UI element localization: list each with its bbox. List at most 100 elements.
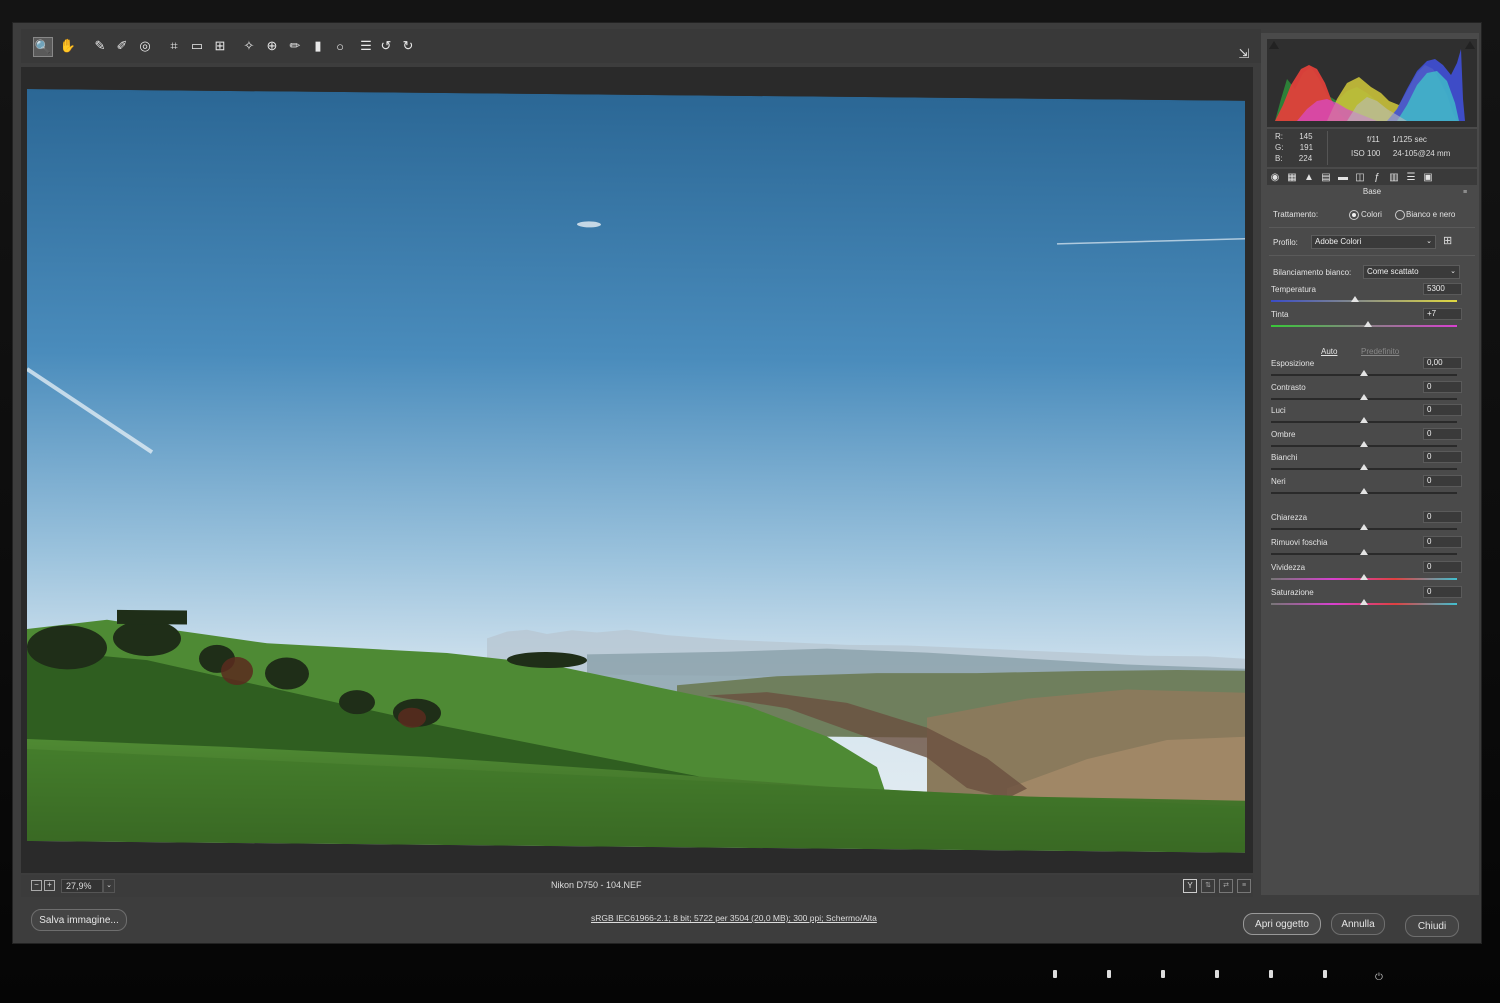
rotate-left-icon[interactable]: ↺ bbox=[377, 37, 395, 55]
tab-calibration-icon[interactable]: ▥ bbox=[1388, 171, 1400, 183]
tab-hsl-icon[interactable]: ▤ bbox=[1320, 171, 1332, 183]
slider-value-input[interactable]: 5300 bbox=[1423, 283, 1462, 295]
slider-value-input[interactable]: 0 bbox=[1423, 511, 1462, 523]
save-image-button[interactable]: Salva immagine... bbox=[31, 909, 127, 931]
tab-split-toning-icon[interactable]: ▬ bbox=[1337, 171, 1349, 183]
graduated-filter-icon[interactable]: ▮ bbox=[309, 37, 327, 55]
white-balance-icon[interactable]: ✎ bbox=[91, 37, 109, 55]
slider-value-input[interactable]: 0 bbox=[1423, 561, 1462, 573]
slider-thumb[interactable] bbox=[1360, 574, 1368, 580]
slider-thumb[interactable] bbox=[1360, 464, 1368, 470]
slider-value-input[interactable]: 0 bbox=[1423, 536, 1462, 548]
slider-thumb[interactable] bbox=[1360, 440, 1368, 447]
monitor-button-led bbox=[1269, 970, 1273, 978]
transform-icon[interactable]: ⊞ bbox=[211, 37, 229, 55]
cancel-button[interactable]: Annulla bbox=[1331, 913, 1385, 935]
r-label: R: bbox=[1275, 132, 1283, 141]
slider-value-input[interactable]: 0 bbox=[1423, 427, 1462, 440]
slider-value-input[interactable]: 0 bbox=[1423, 380, 1462, 393]
hand-icon[interactable]: ✋ bbox=[59, 37, 77, 55]
white-balance-value: Come scattato bbox=[1367, 267, 1419, 276]
slider-thumb[interactable] bbox=[1360, 599, 1368, 605]
tab-presets-icon[interactable]: ☰ bbox=[1405, 171, 1417, 183]
slider-value-input[interactable]: 0,00 bbox=[1423, 357, 1462, 369]
color-sampler-icon[interactable]: ✐ bbox=[113, 37, 131, 55]
tab-detail-icon[interactable]: ▲ bbox=[1303, 171, 1315, 183]
slider-value-input[interactable]: 0 bbox=[1423, 474, 1462, 487]
shutter: 1/125 sec bbox=[1392, 135, 1427, 144]
slider-thumb[interactable] bbox=[1360, 524, 1368, 530]
shadow-clipping-icon[interactable] bbox=[1269, 41, 1279, 49]
tab-curve-icon[interactable]: ▦ bbox=[1286, 171, 1298, 183]
filename: Nikon D750 - 104.NEF bbox=[551, 880, 642, 890]
compare-icon[interactable]: ⇅ bbox=[1201, 879, 1215, 893]
profile-label: Profilo: bbox=[1273, 238, 1298, 247]
zoom-level[interactable]: 27,9% bbox=[61, 879, 103, 893]
slider-value-input[interactable]: +7 bbox=[1423, 308, 1462, 320]
slider-thumb[interactable] bbox=[1360, 370, 1368, 376]
monitor-button-led bbox=[1107, 970, 1111, 978]
power-icon[interactable]: ⏻ bbox=[1375, 972, 1383, 983]
slider-thumb[interactable] bbox=[1360, 549, 1368, 555]
tab-lens-icon[interactable]: ◫ bbox=[1354, 171, 1366, 183]
open-object-button[interactable]: Apri oggetto bbox=[1243, 913, 1321, 935]
zoom-out-icon[interactable]: − bbox=[31, 880, 42, 891]
slider-thumb[interactable] bbox=[1350, 296, 1359, 302]
rotate-right-icon[interactable]: ↻ bbox=[399, 37, 417, 55]
radial-filter-icon[interactable]: ○ bbox=[331, 37, 349, 55]
white-balance-label: Bilanciamento bianco: bbox=[1273, 268, 1352, 277]
image-preview[interactable] bbox=[27, 89, 1245, 853]
close-button[interactable]: Chiudi bbox=[1405, 915, 1459, 937]
chevron-down-icon: ⌄ bbox=[1426, 238, 1432, 245]
adjustments-panel: R: 145 G: 191 B: 224 f/11 1/125 sec ISO … bbox=[1261, 33, 1479, 895]
panel-menu-icon[interactable]: ≡ bbox=[1463, 189, 1473, 196]
treatment-color-radio[interactable] bbox=[1349, 210, 1359, 220]
adjustment-brush-icon[interactable]: ✏ bbox=[286, 37, 304, 55]
slider-value-input[interactable]: 0 bbox=[1423, 404, 1462, 416]
crop-icon[interactable]: ⌗ bbox=[165, 37, 183, 55]
highlight-clipping-icon[interactable] bbox=[1465, 41, 1475, 49]
swap-icon[interactable]: ⇄ bbox=[1219, 879, 1233, 893]
treatment-bw-radio[interactable] bbox=[1395, 210, 1405, 220]
slider-thumb[interactable] bbox=[1363, 321, 1372, 327]
treatment-bw-label[interactable]: Bianco e nero bbox=[1406, 210, 1455, 219]
image-info: R: 145 G: 191 B: 224 f/11 1/125 sec ISO … bbox=[1267, 129, 1477, 167]
slider-label: Temperatura bbox=[1271, 285, 1316, 294]
straighten-icon[interactable]: ▭ bbox=[188, 37, 206, 55]
tab-effects-icon[interactable]: ƒ bbox=[1371, 171, 1383, 183]
default-link[interactable]: Predefinito bbox=[1361, 347, 1399, 356]
profile-browser-icon[interactable]: ⊞ bbox=[1443, 235, 1457, 247]
monitor-button-led bbox=[1053, 970, 1057, 978]
zoom-icon[interactable]: 🔍 bbox=[33, 37, 53, 57]
workflow-options-link[interactable]: sRGB IEC61966-2.1; 8 bit; 5722 per 3504 … bbox=[591, 913, 877, 923]
slider-label: Chiarezza bbox=[1271, 513, 1308, 522]
red-eye-icon[interactable]: ⊕ bbox=[263, 37, 281, 55]
open-in-icon[interactable]: ⇲ bbox=[1235, 45, 1253, 63]
slider-label: Neri bbox=[1271, 476, 1286, 486]
slider-value-input[interactable]: 0 bbox=[1423, 451, 1462, 463]
view-toggle-icon[interactable]: Y bbox=[1183, 879, 1197, 893]
spot-removal-icon[interactable]: ✧ bbox=[240, 37, 258, 55]
slider-thumb[interactable] bbox=[1360, 393, 1368, 400]
zoom-dropdown-icon[interactable]: ⌄ bbox=[103, 879, 115, 893]
toolbar: 🔍 ✋ ✎ ✐ ◎ ⌗ ▭ ⊞ ✧ ⊕ ✏ ▮ ○ ☰ ↺ ↻ bbox=[21, 29, 1261, 63]
g-value: 191 bbox=[1299, 143, 1314, 152]
white-balance-select[interactable]: Come scattato ⌄ bbox=[1363, 265, 1460, 279]
g-label: G: bbox=[1275, 143, 1284, 152]
targeted-adjustment-icon[interactable]: ◎ bbox=[136, 37, 154, 55]
zoom-in-icon[interactable]: + bbox=[44, 880, 55, 891]
tab-basic-icon[interactable]: ◉ bbox=[1269, 171, 1281, 183]
treatment-color-label[interactable]: Colori bbox=[1361, 210, 1382, 219]
profile-select[interactable]: Adobe Colori ⌄ bbox=[1311, 235, 1436, 249]
slider-track[interactable] bbox=[1271, 300, 1457, 302]
slider-value-input[interactable]: 0 bbox=[1423, 586, 1462, 598]
settings-icon[interactable]: ≡ bbox=[1237, 879, 1251, 893]
preferences-icon[interactable]: ☰ bbox=[357, 37, 375, 55]
iso: ISO 100 bbox=[1351, 149, 1381, 158]
tab-snapshots-icon[interactable]: ▣ bbox=[1422, 171, 1434, 183]
auto-link[interactable]: Auto bbox=[1321, 347, 1337, 356]
monitor-button-led bbox=[1215, 970, 1219, 978]
slider-thumb[interactable] bbox=[1360, 487, 1368, 494]
histogram bbox=[1267, 39, 1477, 127]
slider-thumb[interactable] bbox=[1360, 417, 1368, 423]
